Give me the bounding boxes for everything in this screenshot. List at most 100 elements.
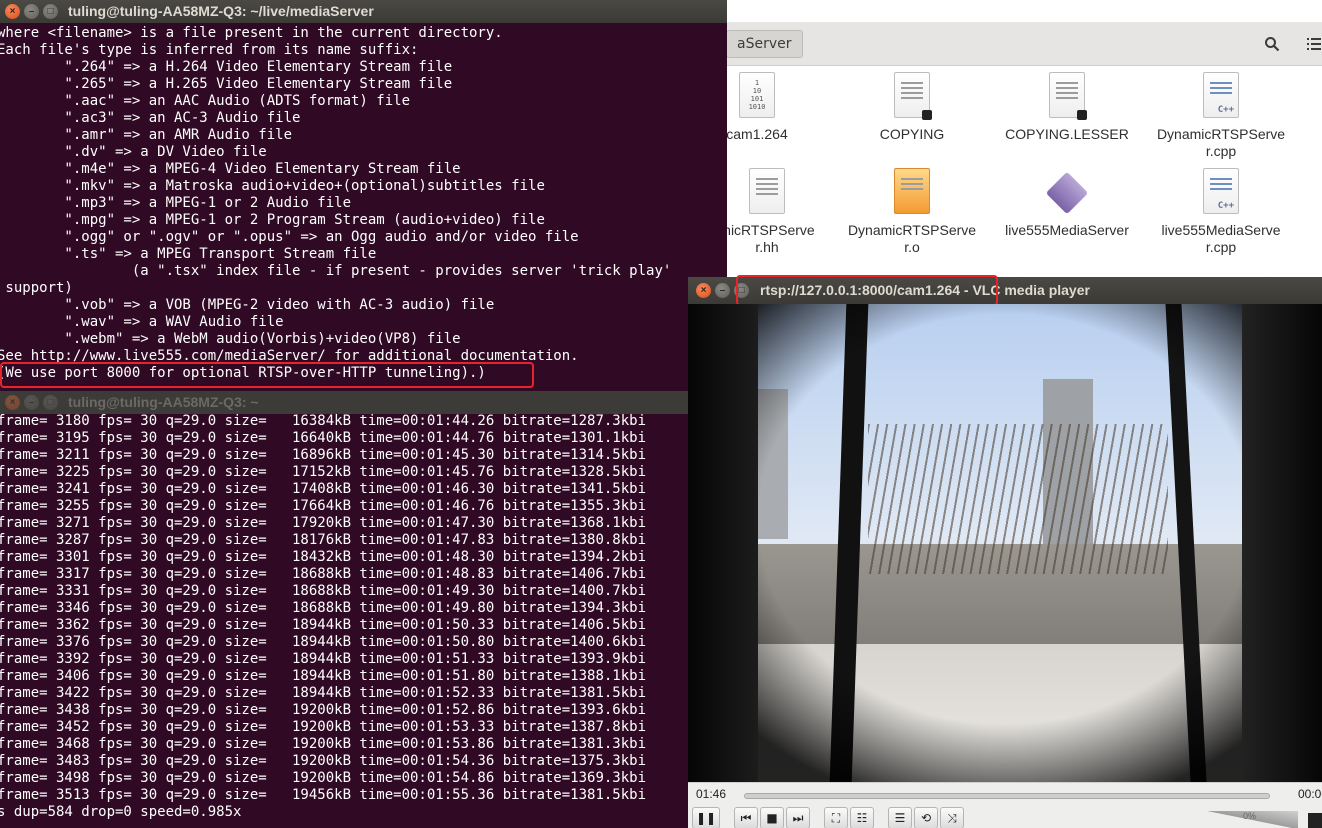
search-icon [1265,37,1280,52]
terminal-line: frame= 3406 fps= 30 q=29.0 size= 18944kB… [0,668,647,684]
file-item-live555mediaserver-cpp[interactable]: C++ live555MediaServe r.cpp [1146,162,1296,256]
cpp-file-icon: C++ [1203,168,1239,214]
view-menu-button[interactable] [1300,30,1322,58]
terminal-output[interactable]: where <filename> is a file present in th… [0,25,724,382]
equalizer-icon: ☷ [856,811,868,825]
terminal-line: ".mkv" => a Matroska audio+video+(option… [0,178,545,194]
close-button[interactable]: × [5,395,20,410]
header-file-icon [749,168,785,214]
file-name: COPYING.LESSER [1005,126,1129,142]
file-manager-window: aServer 1 10 101 1010 cam1.264 COPYING COPY… [719,0,1322,290]
terminal-line: frame= 3255 fps= 30 q=29.0 size= 17664kB… [0,498,647,514]
terminal-line: frame= 3195 fps= 30 q=29.0 size= 16640kB… [0,430,647,446]
binary-file-icon: 1 10 101 1010 [739,72,775,118]
terminal-line: where <filename> is a file present in th… [0,25,503,41]
file-name: DynamicRTSPServe r.cpp [1156,126,1286,159]
minimize-icon: – [719,284,726,296]
terminal-line: ".ogg" or ".ogv" or ".opus" => an Ogg au… [0,229,579,245]
maximize-icon: □ [47,5,54,17]
terminal-line: s dup=584 drop=0 speed=0.985x [0,804,242,820]
terminal-line: ".ts" => a MPEG Transport Stream file [0,246,377,262]
terminal-line: ".amr" => an AMR Audio file [0,127,293,143]
terminal-line: frame= 3211 fps= 30 q=29.0 size= 16896kB… [0,447,647,463]
highlight-stream-url [736,275,998,306]
video-window-frame [688,304,758,782]
file-name: COPYING [879,126,945,142]
terminal-line: frame= 3498 fps= 30 q=29.0 size= 19200kB… [0,770,647,786]
close-icon: × [9,396,16,408]
window-title: tuling@tuling-AA58MZ-Q3: ~/live/mediaSer… [68,3,374,19]
maximize-icon: □ [47,396,54,408]
terminal-line: ".m4e" => a MPEG-4 Video Elementary Stre… [0,161,461,177]
terminal-titlebar[interactable]: × – □ tuling@tuling-AA58MZ-Q3: ~ [0,391,690,414]
terminal-line: frame= 3438 fps= 30 q=29.0 size= 19200kB… [0,702,647,718]
file-grid: 1 10 101 1010 cam1.264 COPYING COPYING.LESS… [719,66,1322,290]
shuffle-icon: ⤨ [947,810,957,825]
terminal-line: ".vob" => a VOB (MPEG-2 video with AC-3 … [0,297,495,313]
list-view-icon [1307,38,1321,50]
playlist-icon: ☰ [894,811,906,825]
terminal-line: frame= 3287 fps= 30 q=29.0 size= 18176kB… [0,532,647,548]
extended-settings-button[interactable]: ☷ [850,807,874,828]
object-file-icon [894,168,930,214]
window-title: tuling@tuling-AA58MZ-Q3: ~ [68,394,259,410]
vlc-controls: 01:46 00:00 ❚❚ ⏮ ■ ⏭ ⛶ ☷ ☰ ⟲ ⤨ 0% [688,782,1322,828]
file-item-copying[interactable]: COPYING [837,66,987,143]
text-file-link-icon [1049,72,1087,120]
terminal-line: frame= 3483 fps= 30 q=29.0 size= 19200kB… [0,753,647,769]
terminal-window-live555[interactable]: × – □ tuling@tuling-AA58MZ-Q3: ~/live/me… [0,0,727,398]
minimize-button[interactable]: – [24,4,39,19]
executable-icon [1045,168,1089,215]
pause-icon: ❚❚ [695,811,717,825]
terminal-line: frame= 3317 fps= 30 q=29.0 size= 18688kB… [0,566,647,582]
terminal-line: frame= 3180 fps= 30 q=29.0 size= 16384kB… [0,413,647,429]
file-manager-toolbar: aServer [720,22,1322,66]
minimize-button[interactable]: – [24,395,39,410]
terminal-line: frame= 3513 fps= 30 q=29.0 size= 19456kB… [0,787,647,803]
terminal-line: ".dv" => a DV Video file [0,144,267,160]
terminal-output[interactable]: frame= 3180 fps= 30 q=29.0 size= 16384kB… [0,413,687,821]
maximize-button[interactable]: □ [43,4,58,19]
stop-icon: ■ [766,811,778,825]
previous-button[interactable]: ⏮ [734,807,758,828]
play-pause-button[interactable]: ❚❚ [692,807,720,828]
terminal-line: ".webm" => a WebM audio(Vorbis)+video(VP… [0,331,461,347]
close-button[interactable]: × [696,283,711,298]
file-name: live555MediaServe r.cpp [1161,222,1281,255]
playlist-button[interactable]: ☰ [888,807,912,828]
terminal-titlebar[interactable]: × – □ tuling@tuling-AA58MZ-Q3: ~/live/me… [0,0,727,23]
file-item-dynamicrtspserver-cpp[interactable]: C++ DynamicRTSPServe r.cpp [1146,66,1296,160]
terminal-line: ".aac" => an AAC Audio (ADTS format) fil… [0,93,411,109]
seek-bar[interactable] [744,793,1270,799]
elapsed-time: 01:46 [696,787,727,801]
video-window-frame [1242,304,1322,782]
window-edge [1308,813,1322,828]
terminal-line: ".mpg" => a MPEG-1 or 2 Program Stream (… [0,212,545,228]
loop-button[interactable]: ⟲ [914,807,938,828]
terminal-window-ffmpeg[interactable]: × – □ tuling@tuling-AA58MZ-Q3: ~ frame= … [0,391,690,828]
path-bar-button[interactable]: aServer [726,30,803,58]
terminal-line: frame= 3452 fps= 30 q=29.0 size= 19200kB… [0,719,647,735]
fullscreen-button[interactable]: ⛶ [824,807,848,828]
highlight-port-note [0,362,534,388]
vlc-window[interactable]: × – □ rtsp://127.0.0.1:8000/cam1.264 - V… [688,275,1322,828]
loop-icon: ⟲ [920,811,932,825]
terminal-line: ".ac3" => an AC-3 Audio file [0,110,301,126]
search-button[interactable] [1258,30,1286,58]
terminal-line: frame= 3422 fps= 30 q=29.0 size= 18944kB… [0,685,647,701]
file-item-live555mediaserver[interactable]: live555MediaServer [992,162,1142,239]
stop-button[interactable]: ■ [760,807,784,828]
video-vignette [688,304,1322,782]
file-item-copying-lesser[interactable]: COPYING.LESSER [992,66,1142,143]
maximize-button[interactable]: □ [43,395,58,410]
video-frame[interactable] [688,304,1322,782]
file-item-dynamicrtspserver-o[interactable]: DynamicRTSPServe r.o [837,162,987,256]
next-button[interactable]: ⏭ [786,807,810,828]
terminal-line: ".264" => a H.264 Video Elementary Strea… [0,59,453,75]
close-button[interactable]: × [5,4,20,19]
minimize-button[interactable]: – [715,283,730,298]
shuffle-button[interactable]: ⤨ [940,807,964,828]
volume-percent: 0% [1243,811,1257,821]
terminal-line: ".265" => a H.265 Video Elementary Strea… [0,76,453,92]
file-name: DynamicRTSPServe r.o [847,222,977,255]
